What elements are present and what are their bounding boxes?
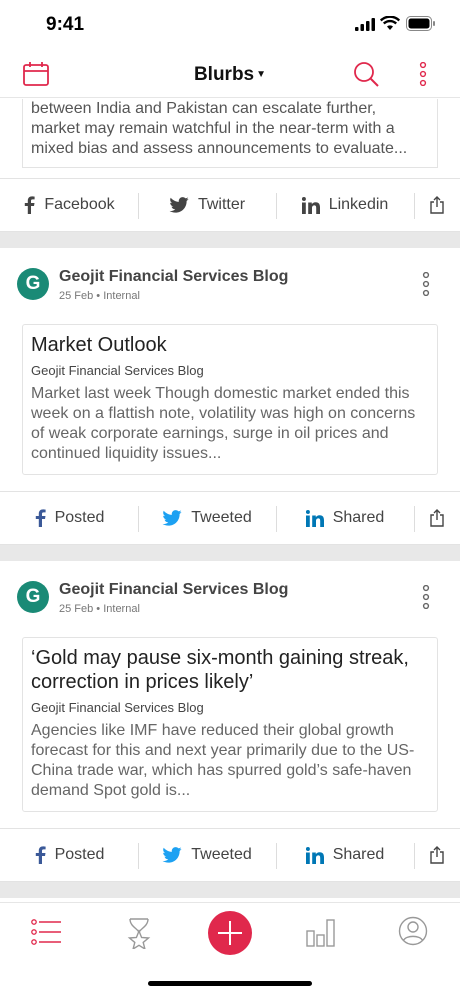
facebook-icon: [35, 509, 46, 527]
twitter-icon: [162, 847, 182, 863]
wifi-icon: [379, 15, 401, 36]
geojit-logo-icon: [17, 581, 49, 613]
status-bar: 9:41: [0, 0, 460, 50]
article-preview[interactable]: ‘Gold may pause six-month gaining streak…: [22, 637, 438, 812]
facebook-share-label: Posted: [54, 846, 105, 863]
facebook-share-button[interactable]: Posted: [0, 829, 138, 881]
facebook-share-label: Posted: [54, 509, 105, 526]
geojit-logo-icon: [17, 268, 49, 300]
card-separator: [0, 545, 460, 561]
facebook-icon: [25, 196, 35, 214]
caret-down-icon: ▼: [256, 69, 267, 81]
post-meta: 25 Feb • Internal: [59, 603, 140, 615]
app-bar: Blurbs ▼: [0, 50, 460, 98]
home-indicator[interactable]: [148, 981, 312, 986]
article-source: Geojit Financial Services Blog: [31, 700, 204, 715]
post-meta: 25 Feb • Internal: [59, 290, 140, 302]
battery-icon: [406, 16, 436, 36]
post-options-icon[interactable]: [421, 271, 431, 301]
twitter-share-label: Tweeted: [191, 509, 252, 526]
article-source: Geojit Financial Services Blog: [31, 363, 204, 378]
article-preview[interactable]: Market Outlook Geojit Financial Services…: [22, 324, 438, 475]
share-icon: [430, 846, 444, 864]
share-button[interactable]: [414, 829, 460, 881]
add-icon[interactable]: [208, 911, 252, 955]
post-header: Geojit Financial Services Blog 25 Feb • …: [0, 248, 460, 324]
linkedin-icon: [305, 509, 324, 527]
twitter-share-button[interactable]: Tweeted: [138, 492, 276, 544]
share-icon: [430, 509, 444, 527]
card-separator: [0, 232, 460, 248]
linkedin-icon: [305, 846, 324, 864]
linkedin-share-button[interactable]: Shared: [276, 829, 414, 881]
article-excerpt: Political strategist believes that this …: [31, 100, 408, 157]
twitter-share-button[interactable]: Twitter: [138, 179, 276, 231]
linkedin-icon: [301, 196, 320, 214]
feed-card: Geojit Financial Services Blog 25 Feb • …: [0, 561, 460, 882]
status-time: 9:41: [46, 14, 85, 35]
card-separator: [0, 882, 460, 898]
post-header: Geojit Financial Services Blog 25 Feb • …: [0, 561, 460, 637]
twitter-icon: [162, 510, 182, 526]
linkedin-share-button[interactable]: Shared: [276, 492, 414, 544]
profile-icon[interactable]: [398, 916, 428, 951]
post-source: Geojit Financial Services Blog: [59, 268, 289, 285]
hourglass-star-icon[interactable]: [126, 917, 152, 954]
share-icon: [430, 196, 444, 214]
share-button[interactable]: [414, 179, 460, 231]
article-preview[interactable]: Political strategist believes that this …: [22, 99, 438, 168]
twitter-share-label: Twitter: [197, 196, 246, 213]
linkedin-share-label: Linkedin: [328, 196, 389, 213]
twitter-share-label: Tweeted: [191, 846, 252, 863]
linkedin-share-button[interactable]: Linkedin: [276, 179, 414, 231]
article-title: ‘Gold may pause six-month gaining streak…: [31, 647, 409, 693]
post-source: Geojit Financial Services Blog: [59, 581, 289, 598]
facebook-icon: [35, 846, 46, 864]
facebook-share-button[interactable]: Posted: [0, 492, 138, 544]
page-title: Blurbs: [193, 64, 255, 85]
list-icon[interactable]: [30, 919, 62, 950]
page-title-dropdown[interactable]: Blurbs ▼: [0, 64, 460, 86]
linkedin-share-label: Shared: [332, 509, 385, 526]
more-options-icon[interactable]: [418, 61, 428, 91]
twitter-icon: [169, 197, 189, 213]
facebook-share-label: Facebook: [44, 196, 115, 213]
search-icon[interactable]: [352, 60, 380, 93]
bottom-navigation: [0, 902, 460, 996]
share-button[interactable]: [414, 492, 460, 544]
facebook-share-button[interactable]: Facebook: [0, 179, 138, 231]
share-bar: Posted Tweeted Shared: [0, 491, 460, 545]
article-excerpt: Agencies like IMF have reduced their glo…: [31, 722, 415, 799]
article-title: Market Outlook: [31, 334, 167, 356]
article-excerpt: Market last week Though domestic market …: [31, 385, 416, 462]
post-options-icon[interactable]: [421, 584, 431, 614]
feed[interactable]: Political strategist believes that this …: [0, 99, 460, 902]
share-bar: Facebook Twitter Linkedin: [0, 178, 460, 232]
feed-card: Geojit Financial Services Blog 25 Feb • …: [0, 248, 460, 545]
bar-chart-icon[interactable]: [306, 917, 336, 952]
twitter-share-button[interactable]: Tweeted: [138, 829, 276, 881]
share-bar: Posted Tweeted Shared: [0, 828, 460, 882]
feed-card: Political strategist believes that this …: [0, 99, 460, 232]
cellular-signal-icon: [355, 18, 375, 36]
linkedin-share-label: Shared: [332, 846, 385, 863]
